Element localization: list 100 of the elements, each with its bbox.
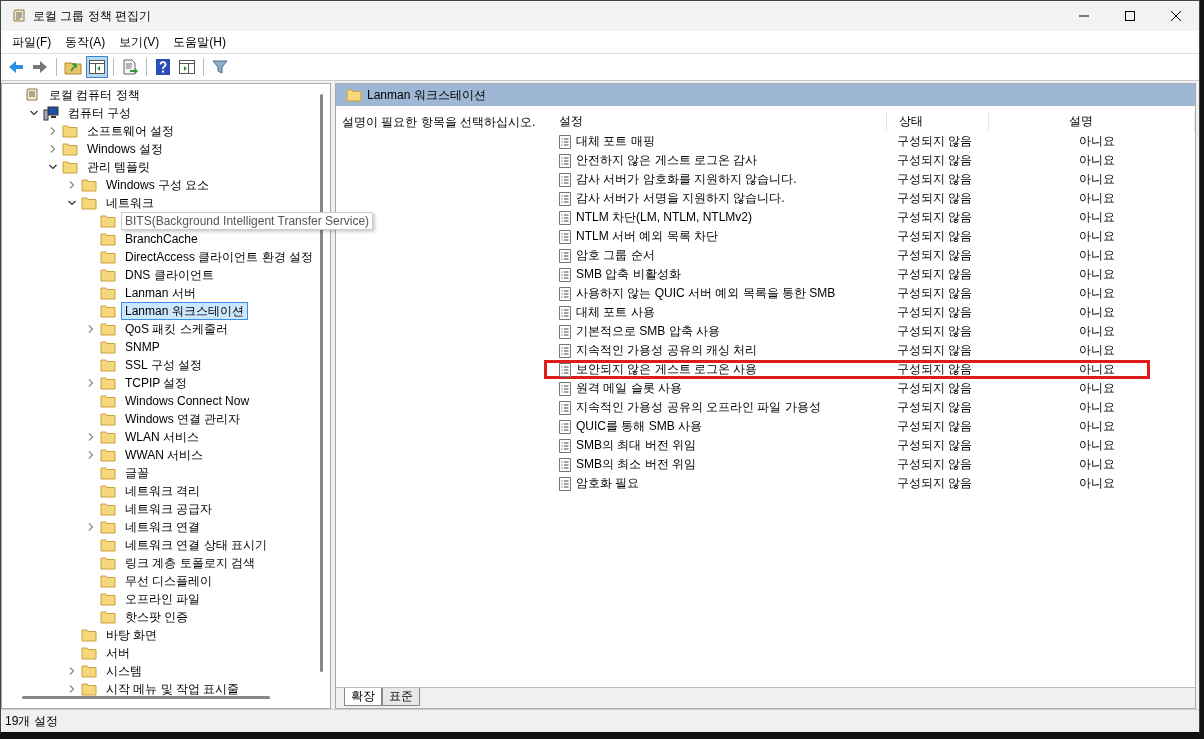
view-tab[interactable]: 표준	[382, 688, 420, 706]
tree-item[interactable]: 링크 계층 토폴로지 검색	[121, 554, 259, 572]
tree-item[interactable]: TCPIP 설정	[121, 374, 192, 392]
folder-icon	[346, 87, 362, 103]
tree-item[interactable]: 네트워크 연결	[121, 518, 205, 536]
menu-item[interactable]: 보기(V)	[112, 31, 167, 53]
tree-item[interactable]: 무선 디스플레이	[121, 572, 217, 590]
table-row[interactable]: 암호 그룹 순서 구성되지 않음 아니요	[544, 246, 1150, 265]
table-row[interactable]: 원격 메일 슬롯 사용 구성되지 않음 아니요	[544, 379, 1150, 398]
tree-item[interactable]: 네트워크 공급자	[121, 500, 217, 518]
tree-item[interactable]: 서버	[102, 644, 134, 662]
table-row[interactable]: 지속적인 가용성 공유의 오프라인 파일 가용성 구성되지 않음 아니요	[544, 398, 1150, 417]
tree-item[interactable]: Lanman 워크스테이션	[121, 302, 248, 320]
scrollbar-thumb[interactable]	[22, 696, 270, 699]
table-row[interactable]: 기본적으로 SMB 압축 사용 구성되지 않음 아니요	[544, 322, 1150, 341]
table-row[interactable]: 감사 서버가 서명을 지원하지 않습니다. 구성되지 않음 아니요	[544, 189, 1150, 208]
table-cell-text: 아니요	[1078, 304, 1116, 321]
expand-chevron-icon[interactable]	[86, 432, 96, 442]
tree-item[interactable]: WLAN 서비스	[121, 428, 203, 446]
table-row[interactable]: 암호화 필요 구성되지 않음 아니요	[544, 474, 1150, 493]
table-row[interactable]: 지속적인 가용성 공유의 캐싱 처리 구성되지 않음 아니요	[544, 341, 1150, 360]
list-document-icon	[559, 457, 571, 472]
column-header[interactable]: 설명	[989, 111, 1195, 131]
table-cell-text: 구성되지 않음	[896, 380, 974, 397]
table-row[interactable]: NTLM 서버 예외 목록 차단 구성되지 않음 아니요	[544, 227, 1150, 246]
folder-icon	[100, 357, 116, 373]
tree-item[interactable]: SNMP	[121, 338, 164, 356]
tree-item[interactable]: 네트워크 격리	[121, 482, 205, 500]
table-row[interactable]: SMB의 최대 버전 위임 구성되지 않음 아니요	[544, 436, 1150, 455]
table-row[interactable]: SMB의 최소 버전 위임 구성되지 않음 아니요	[544, 455, 1150, 474]
expand-chevron-icon[interactable]	[86, 324, 96, 334]
scrollbar-thumb[interactable]	[320, 94, 323, 672]
table-row[interactable]: 대체 포트 매핑 구성되지 않음 아니요	[544, 132, 1150, 151]
tree-item[interactable]: 시작 메뉴 및 작업 표시줄	[102, 680, 244, 698]
folder-icon	[100, 483, 116, 499]
table-row[interactable]: 안전하지 않은 게스트 로그온 감사 구성되지 않음 아니요	[544, 151, 1150, 170]
tree-item[interactable]: 시스템	[102, 662, 146, 680]
tree-item[interactable]: 오프라인 파일	[121, 590, 205, 608]
view-tab[interactable]: 확장	[344, 688, 382, 706]
tree-item[interactable]: Windows 구성 요소	[102, 176, 214, 194]
list-document-icon	[559, 248, 571, 263]
folder-icon	[100, 267, 116, 283]
tree-item[interactable]: QoS 패킷 스케줄러	[121, 320, 232, 338]
folder-icon	[100, 573, 116, 589]
table-cell-text: 아니요	[1078, 152, 1116, 169]
tree-item[interactable]: 바탕 화면	[102, 626, 162, 644]
expand-chevron-icon[interactable]	[67, 684, 77, 694]
expand-chevron-icon[interactable]	[86, 450, 96, 460]
menu-item[interactable]: 도움말(H)	[166, 31, 233, 53]
tree-item[interactable]: 네트워크	[102, 194, 158, 212]
menu-item[interactable]: 동작(A)	[58, 31, 113, 53]
tree-item[interactable]: SSL 구성 설정	[121, 356, 206, 374]
tree-item[interactable]: 소프트웨어 설정	[83, 122, 179, 140]
column-header[interactable]: 설정	[547, 111, 887, 131]
tree-item[interactable]: 핫스팟 인증	[121, 608, 193, 626]
expand-chevron-icon[interactable]	[67, 666, 77, 676]
menu-item[interactable]: 파일(F)	[5, 31, 59, 53]
table-row[interactable]: 사용하지 않는 QUIC 서버 예외 목록을 통한 SMB 구성되지 않음 아니요	[544, 284, 1150, 303]
table-row[interactable]: NTLM 차단(LM, NTLM, NTLMv2) 구성되지 않음 아니요	[544, 208, 1150, 227]
tree-item[interactable]: 네트워크 연결 상태 표시기	[121, 536, 271, 554]
table-row[interactable]: QUIC를 통해 SMB 사용 구성되지 않음 아니요	[544, 417, 1150, 436]
list-document-icon	[559, 305, 571, 320]
expand-chevron-icon[interactable]	[86, 378, 96, 388]
tree-pane-icon[interactable]	[86, 56, 108, 78]
table-cell-text: 아니요	[1078, 247, 1116, 264]
pane-title: Lanman 워크스테이션	[367, 86, 486, 104]
folder-icon	[100, 411, 116, 427]
tree-item[interactable]: 컴퓨터 구성	[64, 104, 136, 122]
tree-item[interactable]: 로컬 컴퓨터 정책	[45, 86, 144, 104]
table-row[interactable]: 감사 서버가 암호화를 지원하지 않습니다. 구성되지 않음 아니요	[544, 170, 1150, 189]
table-row[interactable]: 보안되지 않은 게스트 로그온 사용 구성되지 않음 아니요	[544, 360, 1150, 379]
column-header[interactable]: 상태	[887, 111, 989, 131]
tree-item[interactable]: DNS 클라이언트	[121, 266, 218, 284]
collapse-chevron-icon[interactable]	[29, 108, 39, 118]
tooltip[interactable]: BITS(Background Intelligent Transfer Service)	[121, 212, 374, 230]
table-cell-text: 아니요	[1078, 475, 1116, 492]
tree-item[interactable]: BranchCache	[121, 230, 202, 248]
expand-chevron-icon[interactable]	[86, 522, 96, 532]
table-cell-text: 구성되지 않음	[896, 152, 974, 169]
folder-icon	[81, 177, 97, 193]
table-row[interactable]: SMB 압축 비활성화 구성되지 않음 아니요	[544, 265, 1150, 284]
folder-icon	[62, 123, 78, 139]
tree-item[interactable]: 글꼴	[121, 464, 153, 482]
tree-item[interactable]: 관리 템플릿	[83, 158, 155, 176]
table-cell-text: 구성되지 않음	[896, 247, 974, 264]
expand-chevron-icon[interactable]	[48, 126, 58, 136]
collapse-chevron-icon[interactable]	[67, 198, 77, 208]
tree-item[interactable]: Windows 연결 관리자	[121, 410, 245, 428]
tree-item[interactable]: DirectAccess 클라이언트 환경 설정	[121, 248, 317, 266]
tree-item[interactable]: Windows 설정	[83, 140, 167, 158]
expand-chevron-icon[interactable]	[48, 144, 58, 154]
folder-icon	[81, 195, 97, 211]
table-row[interactable]: 대체 포트 사용 구성되지 않음 아니요	[544, 303, 1150, 322]
tree-item[interactable]: Lanman 서버	[121, 284, 200, 302]
list-document-icon	[559, 172, 571, 187]
expand-chevron-icon[interactable]	[67, 180, 77, 190]
collapse-chevron-icon[interactable]	[48, 162, 58, 172]
tree-item[interactable]: Windows Connect Now	[121, 392, 254, 410]
setting-name: 기본적으로 SMB 압축 사용	[576, 323, 720, 340]
tree-item[interactable]: WWAN 서비스	[121, 446, 208, 464]
